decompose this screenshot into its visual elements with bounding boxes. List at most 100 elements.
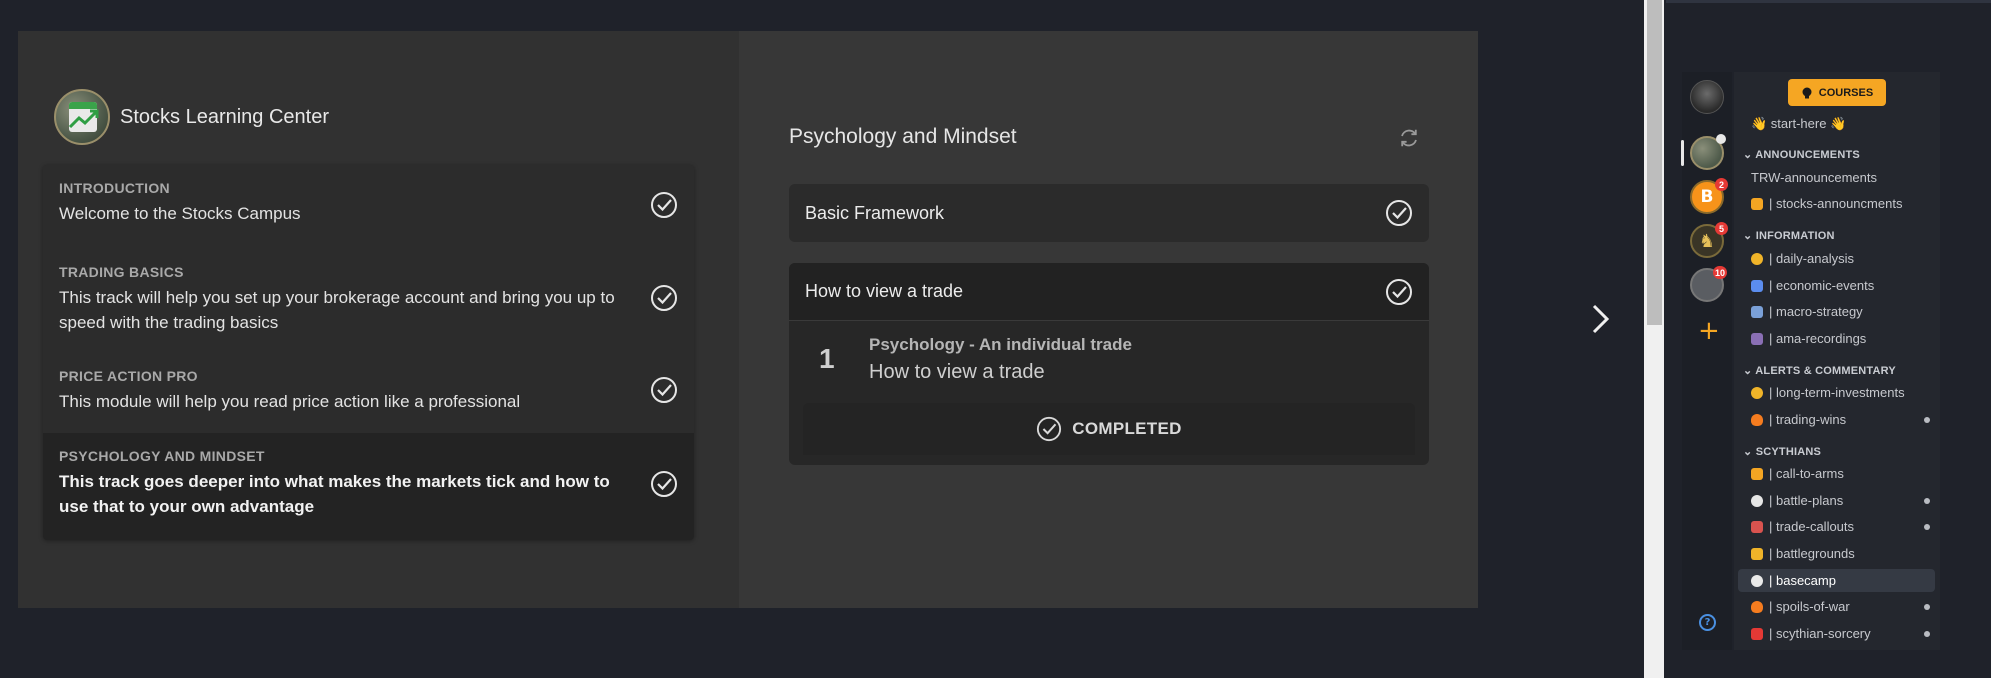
- channel-name: TRW-announcements: [1751, 170, 1877, 185]
- check-circle-icon: [651, 471, 677, 497]
- chess-knight-glyph: ♞: [1698, 230, 1716, 252]
- courses-button[interactable]: COURSES: [1788, 79, 1886, 106]
- channel-trade-callouts[interactable]: | trade-callouts: [1751, 519, 1854, 534]
- courses-label: COURSES: [1818, 86, 1874, 99]
- channel-long-term-investments[interactable]: | long-term-investments: [1751, 385, 1905, 400]
- unread-dot: [1924, 417, 1930, 423]
- module-trading-basics[interactable]: TRADING BASICS This track will help you …: [43, 249, 694, 353]
- card-label: How to view a trade: [805, 281, 964, 301]
- channel-battle-plans[interactable]: | battle-plans: [1751, 493, 1843, 508]
- completed-label: COMPLETED: [1072, 419, 1182, 438]
- unread-dot: [1924, 498, 1930, 504]
- channel-name: | battlegrounds: [1769, 546, 1855, 561]
- module-heading: PSYCHOLOGY AND MINDSET: [59, 448, 265, 464]
- channel-spoils-of-war[interactable]: | spoils-of-war: [1751, 599, 1850, 614]
- cloud-icon: [1751, 574, 1763, 587]
- channel-call-to-arms[interactable]: | call-to-arms: [1751, 466, 1844, 481]
- channel-name: | trade-callouts: [1769, 519, 1855, 534]
- module-heading: PRICE ACTION PRO: [59, 368, 198, 384]
- card-header[interactable]: How to view a trade: [789, 263, 1429, 321]
- card-label: Basic Framework: [805, 202, 945, 223]
- channel-battlegrounds[interactable]: | battlegrounds: [1751, 546, 1855, 561]
- help-icon[interactable]: ?: [1699, 614, 1716, 631]
- module-description: This track will help you set up your bro…: [59, 288, 615, 332]
- unread-dot: [1924, 604, 1930, 610]
- fire-icon: [1751, 413, 1763, 426]
- module-detail: Psychology and Mindset Basic Framework H…: [739, 31, 1478, 608]
- check-circle-icon: [1386, 200, 1412, 226]
- channel-daily-analysis[interactable]: | daily-analysis: [1751, 251, 1854, 266]
- bitcoin-glyph: B: [1700, 187, 1714, 207]
- lesson-number: 1: [819, 343, 835, 374]
- lesson-subtitle: How to view a trade: [869, 361, 1045, 383]
- speech-bubble-icon: [1751, 494, 1763, 507]
- category-information[interactable]: ⌄ INFORMATION: [1743, 229, 1835, 242]
- channel-economic-events[interactable]: | economic-events: [1751, 278, 1874, 293]
- fire-icon: [1751, 600, 1763, 613]
- lesson-item[interactable]: 1 Psychology - An individual trade How t…: [789, 321, 1429, 403]
- channel-name: | spoils-of-war: [1769, 599, 1850, 614]
- channel-name: | basecamp: [1769, 573, 1836, 588]
- potion-icon: [1751, 627, 1763, 640]
- category-name: SCYTHIANS: [1755, 446, 1822, 458]
- top-divider: [1666, 0, 1991, 3]
- module-description: Welcome to the Stocks Campus: [59, 204, 301, 223]
- scrollbar-thumb[interactable]: [1647, 0, 1662, 325]
- unread-badge: 2: [1715, 178, 1728, 191]
- module-description: This track goes deeper into what makes t…: [59, 472, 610, 516]
- bell-icon: [1751, 197, 1763, 210]
- channel-macro-strategy[interactable]: | macro-strategy: [1751, 304, 1863, 319]
- channel-ama-recordings[interactable]: | ama-recordings: [1751, 331, 1866, 346]
- unread-dot: [1924, 631, 1930, 637]
- unread-dot: [1924, 524, 1930, 530]
- brand: Stocks Learning Center: [54, 89, 329, 145]
- module-heading: INTRODUCTION: [59, 180, 170, 196]
- check-circle-icon: [651, 377, 677, 403]
- channel-basecamp[interactable]: | basecamp: [1751, 573, 1836, 588]
- brand-title: Stocks Learning Center: [120, 105, 330, 128]
- category-announcements[interactable]: ⌄ ANNOUNCEMENTS: [1743, 148, 1860, 161]
- channel-start-here[interactable]: 👋 start-here 👋: [1751, 116, 1846, 132]
- channel-name: | scythian-sorcery: [1769, 626, 1871, 641]
- unread-badge: 10: [1713, 266, 1728, 279]
- add-server-icon[interactable]: +: [1698, 318, 1720, 344]
- check-circle-icon: [1037, 416, 1062, 442]
- channel-name: | ama-recordings: [1769, 331, 1867, 346]
- channel-trading-wins[interactable]: | trading-wins: [1751, 412, 1846, 427]
- channel-name: | stocks-announcments: [1769, 196, 1903, 211]
- chart-up-icon: [1751, 520, 1763, 533]
- check-circle-icon: [651, 285, 677, 311]
- category-scythians[interactable]: ⌄ SCYTHIANS: [1743, 445, 1821, 458]
- people-icon: [1751, 332, 1763, 345]
- category-alerts-commentary[interactable]: ⌄ ALERTS & COMMENTARY: [1743, 364, 1896, 377]
- completed-button[interactable]: COMPLETED: [803, 403, 1415, 455]
- module-description: This module will help you read price act…: [59, 392, 521, 411]
- channel-trw-announcements[interactable]: TRW-announcements: [1751, 170, 1877, 185]
- flexed-arm-icon: [1751, 547, 1763, 560]
- channel-stocks-announcments[interactable]: | stocks-announcments: [1751, 196, 1902, 211]
- category-name: ALERTS & COMMENTARY: [1755, 365, 1896, 377]
- brain-icon: [1802, 87, 1812, 98]
- chevron-right-icon[interactable]: [1588, 302, 1612, 336]
- check-circle-icon: [651, 192, 677, 218]
- calendar-icon: [1751, 279, 1763, 292]
- module-introduction[interactable]: INTRODUCTION Welcome to the Stocks Campu…: [43, 165, 694, 249]
- notification-dot: [1716, 134, 1726, 144]
- channel-name: | battle-plans: [1769, 493, 1844, 508]
- refresh-icon[interactable]: [1398, 127, 1420, 149]
- lesson-card-how-to-view-a-trade: How to view a trade 1 Psychology - An in…: [789, 263, 1429, 465]
- module-psychology-and-mindset[interactable]: PSYCHOLOGY AND MINDSET This track goes d…: [43, 433, 694, 540]
- emoji-face-icon: [1751, 252, 1763, 265]
- lesson-card-basic-framework[interactable]: Basic Framework: [789, 184, 1429, 242]
- check-circle-icon: [1386, 278, 1412, 305]
- stocks-campus-logo-icon: [54, 89, 110, 145]
- channel-scythian-sorcery[interactable]: | scythian-sorcery: [1751, 626, 1871, 641]
- channel-name: | economic-events: [1769, 278, 1875, 293]
- bar-chart-icon: [1751, 305, 1763, 318]
- user-avatar[interactable]: [1690, 80, 1724, 114]
- lesson-title: Psychology - An individual trade: [869, 335, 1132, 354]
- module-price-action-pro[interactable]: PRICE ACTION PRO This module will help y…: [43, 353, 694, 433]
- category-name: ANNOUNCEMENTS: [1755, 149, 1860, 161]
- course-navigation: Stocks Learning Center INTRODUCTION Welc…: [18, 31, 739, 608]
- emoji-face-icon: [1751, 386, 1763, 399]
